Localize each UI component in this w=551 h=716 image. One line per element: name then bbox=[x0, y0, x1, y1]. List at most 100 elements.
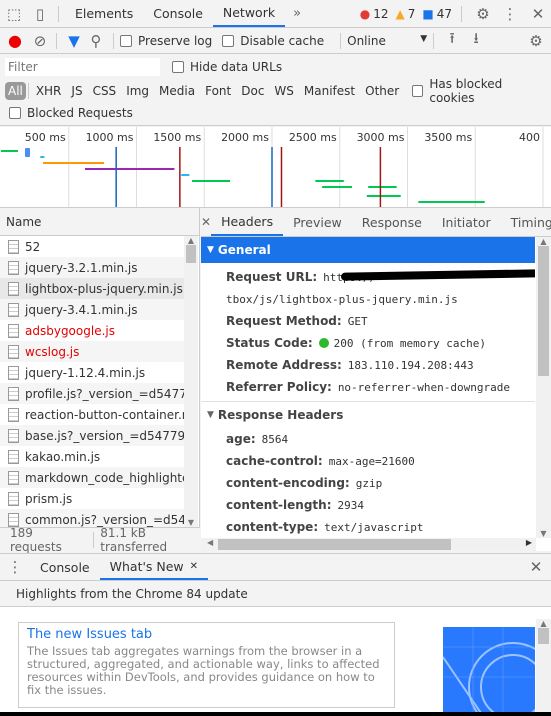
header-value: 200 (from memory cache) bbox=[333, 336, 486, 350]
device-toolbar-icon[interactable]: ▯ bbox=[28, 5, 52, 23]
warning-icon: ▲ bbox=[395, 6, 405, 21]
detail-scrollbar[interactable]: ▲ ▼ bbox=[536, 237, 551, 538]
filter-type-js[interactable]: JS bbox=[66, 84, 87, 98]
header-key: Request URL: bbox=[226, 270, 318, 284]
detail-tab-response[interactable]: Response bbox=[352, 208, 432, 236]
close-drawer-icon[interactable]: ✕ bbox=[521, 558, 551, 576]
request-name: wcslog.js bbox=[25, 344, 80, 359]
name-column-header[interactable]: Name bbox=[0, 208, 199, 236]
drawer-menu-icon[interactable]: ⋮ bbox=[0, 558, 30, 576]
settings-gear-icon[interactable]: ⚙ bbox=[471, 5, 495, 23]
inspect-element-icon[interactable]: ⬚ bbox=[0, 5, 28, 23]
status-bar: 189 requests 81.1 kB transferred bbox=[0, 525, 200, 554]
request-row[interactable]: jquery-1.12.4.min.js bbox=[0, 362, 184, 383]
divider bbox=[27, 83, 29, 99]
request-row[interactable]: base.js?_version_=d54779ab2 bbox=[0, 425, 184, 446]
preserve-log-checkbox[interactable]: Preserve log bbox=[120, 34, 212, 48]
header-line: cache-control: max-age=21600 bbox=[201, 450, 535, 472]
detail-tab-preview[interactable]: Preview bbox=[283, 208, 352, 236]
filter-icon[interactable]: ▼ bbox=[63, 32, 85, 50]
tick-label: 2000 ms bbox=[221, 131, 269, 144]
filter-type-ws[interactable]: WS bbox=[269, 84, 298, 98]
request-row[interactable]: jquery-3.2.1.min.js bbox=[0, 257, 184, 278]
filter-input[interactable] bbox=[5, 58, 160, 76]
filter-type-doc[interactable]: Doc bbox=[236, 84, 269, 98]
filter-type-img[interactable]: Img bbox=[121, 84, 154, 98]
request-name: jquery-3.4.1.min.js bbox=[25, 302, 138, 317]
has-blocked-cookies-checkbox[interactable]: Has blocked cookies bbox=[412, 77, 541, 105]
detail-tab-timing[interactable]: Timing bbox=[501, 208, 551, 236]
header-value: 183.110.194.208:443 bbox=[347, 358, 474, 372]
warning-count[interactable]: 7 bbox=[408, 7, 416, 21]
filter-type-xhr[interactable]: XHR bbox=[31, 84, 67, 98]
drawer-tab-whats-new[interactable]: What's New ✕ bbox=[99, 554, 209, 580]
divider bbox=[433, 32, 435, 49]
request-row[interactable]: kakao.min.js bbox=[0, 446, 184, 467]
drawer-scrollbar[interactable]: ▲ bbox=[536, 619, 551, 716]
response-headers-section-header[interactable]: ▼ Response Headers bbox=[201, 402, 535, 428]
request-name: kakao.min.js bbox=[25, 449, 101, 464]
disable-cache-checkbox[interactable]: Disable cache bbox=[222, 34, 324, 48]
header-line: Remote Address: 183.110.194.208:443 bbox=[201, 354, 535, 376]
header-line: content-type: text/javascript bbox=[201, 516, 535, 538]
request-row[interactable]: common.js?_version_=d54779 bbox=[0, 509, 184, 527]
window-edge bbox=[0, 712, 551, 716]
filter-type-other[interactable]: Other bbox=[360, 84, 404, 98]
transferred-size: 81.1 kB transferred bbox=[100, 525, 168, 554]
request-row[interactable]: profile.js?_version_=d54779ab bbox=[0, 383, 184, 404]
error-icon: ● bbox=[359, 6, 371, 21]
drawer-tab-console[interactable]: Console bbox=[30, 554, 100, 580]
network-settings-gear-icon[interactable]: ⚙ bbox=[521, 32, 551, 50]
detail-tab-initiator[interactable]: Initiator bbox=[432, 208, 501, 236]
tick-label: 1000 ms bbox=[86, 131, 134, 144]
tab-network[interactable]: Network bbox=[212, 0, 286, 27]
general-section-header[interactable]: ▼ General bbox=[201, 237, 535, 263]
request-row[interactable]: jquery-3.4.1.min.js bbox=[0, 299, 184, 320]
filter-type-manifest[interactable]: Manifest bbox=[299, 84, 360, 98]
message-count[interactable]: 47 bbox=[437, 7, 452, 21]
tick-label: 3500 ms bbox=[424, 131, 472, 144]
export-har-icon[interactable]: ⭳ bbox=[464, 28, 488, 53]
filter-type-media[interactable]: Media bbox=[154, 84, 200, 98]
divider bbox=[58, 5, 59, 22]
search-icon[interactable]: ⚲ bbox=[85, 32, 107, 50]
header-value: 2934 bbox=[337, 498, 365, 512]
request-row[interactable]: prism.js bbox=[0, 488, 184, 509]
request-row[interactable]: markdown_code_highlighter.js bbox=[0, 467, 184, 488]
close-tab-icon[interactable]: ✕ bbox=[190, 561, 198, 572]
header-value: tbox/js/lightbox-plus-jquery.min.js bbox=[226, 292, 458, 306]
error-count[interactable]: 12 bbox=[373, 7, 388, 21]
more-tabs-icon[interactable]: » bbox=[285, 6, 309, 21]
import-har-icon[interactable]: ⭱ bbox=[440, 28, 464, 53]
filter-type-css[interactable]: CSS bbox=[88, 84, 122, 98]
request-row[interactable]: 52 bbox=[0, 236, 184, 257]
feature-card[interactable]: The new Issues tab The Issues tab aggreg… bbox=[18, 622, 395, 708]
filter-type-font[interactable]: Font bbox=[200, 84, 236, 98]
request-row[interactable]: adsbygoogle.js bbox=[0, 320, 184, 341]
tab-console[interactable]: Console bbox=[143, 0, 213, 27]
network-overview[interactable]: 500 ms 1000 ms 1500 ms 2000 ms 2500 ms 3000 m… bbox=[0, 127, 551, 208]
filter-type-all[interactable]: All bbox=[5, 82, 26, 100]
blocked-requests-checkbox[interactable]: Blocked Requests bbox=[9, 106, 133, 120]
header-key: age: bbox=[226, 432, 256, 446]
record-icon[interactable]: ● bbox=[0, 31, 30, 50]
request-name: profile.js?_version_=d54779ab bbox=[25, 386, 184, 401]
more-options-icon[interactable]: ⋮ bbox=[498, 5, 522, 23]
request-row[interactable]: reaction-button-container.min bbox=[0, 404, 184, 425]
tab-elements[interactable]: Elements bbox=[65, 0, 143, 27]
request-row[interactable]: wcslog.js bbox=[0, 341, 184, 362]
throttle-select[interactable]: Online ▼ bbox=[347, 34, 427, 48]
hide-data-urls-checkbox[interactable]: Hide data URLs bbox=[172, 60, 282, 74]
waterfall-bar bbox=[366, 195, 401, 197]
detail-tab-headers[interactable]: Headers bbox=[211, 208, 284, 236]
header-value: 8564 bbox=[261, 432, 289, 446]
request-row[interactable]: lightbox-plus-jquery.min.js bbox=[0, 278, 184, 299]
drawer-tabbar: ⋮ Console What's New ✕ ✕ bbox=[0, 553, 551, 581]
close-icon[interactable]: ✕ bbox=[525, 5, 551, 23]
clear-icon[interactable]: ⊘ bbox=[30, 32, 50, 50]
list-scrollbar[interactable]: ▲ ▼ bbox=[184, 236, 198, 527]
close-detail-icon[interactable]: ✕ bbox=[201, 215, 211, 229]
horizontal-scrollbar[interactable]: ◀ ▶ bbox=[201, 538, 536, 551]
file-icon bbox=[8, 491, 19, 506]
card-title[interactable]: The new Issues tab bbox=[27, 627, 386, 642]
